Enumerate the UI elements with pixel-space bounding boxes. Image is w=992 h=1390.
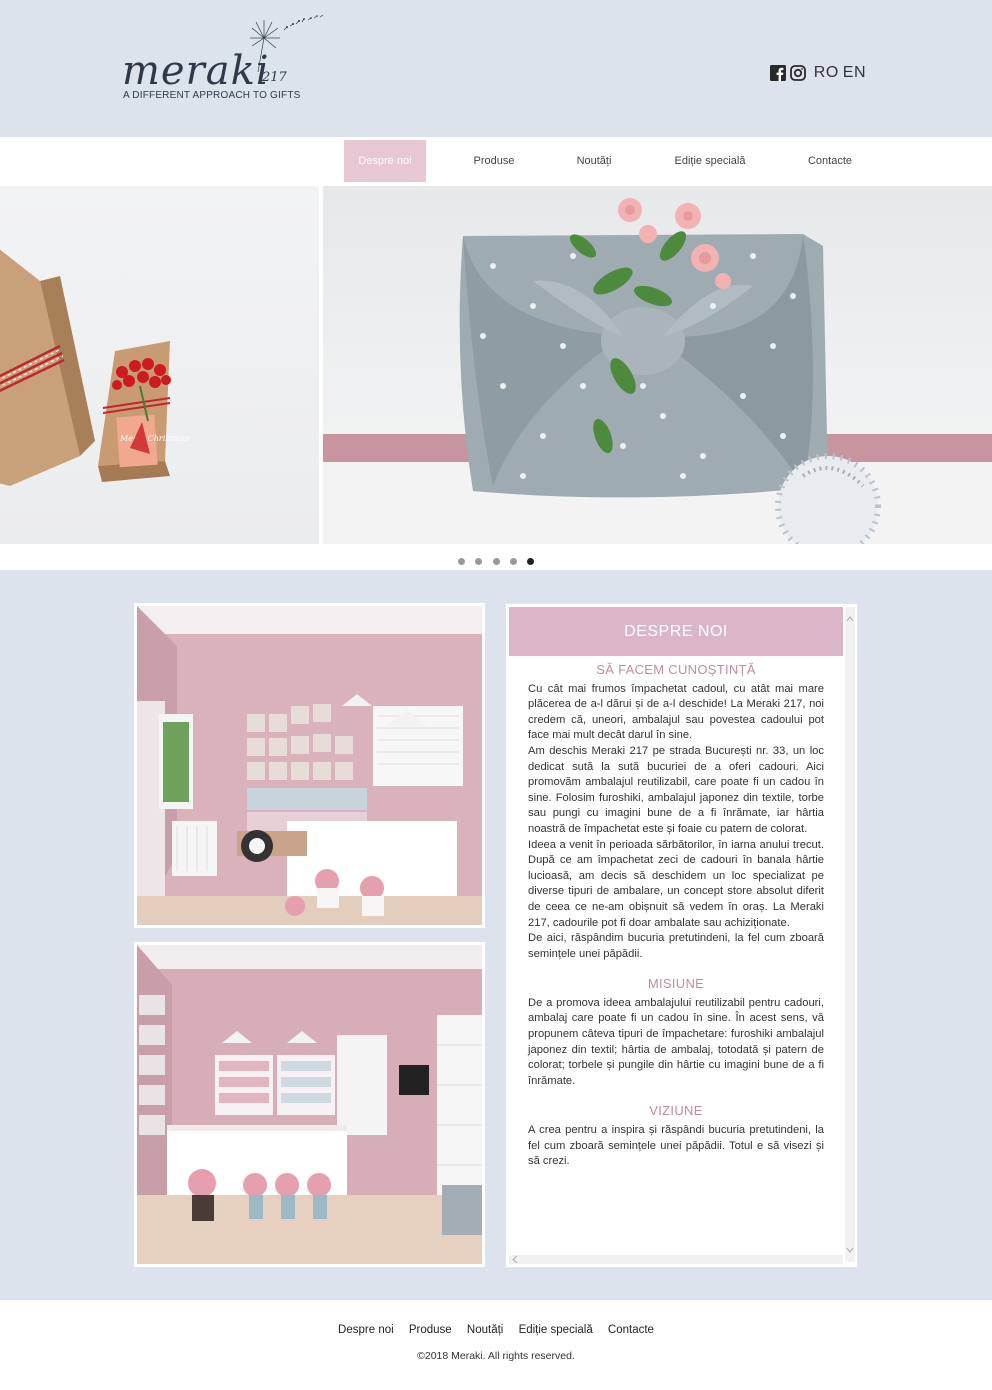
footer-link-editie-speciala[interactable]: Ediție specială: [519, 1324, 593, 1336]
store-photo-2: [134, 942, 485, 1267]
about-panel[interactable]: DESPRE NOI SĂ FACEM CUNOȘTINȚĂ Cu cât ma…: [505, 603, 858, 1268]
footer-link-contacte[interactable]: Contacte: [608, 1324, 654, 1336]
horizontal-scrollbar[interactable]: [509, 1255, 843, 1264]
nav-item-noutati[interactable]: Noutăți: [554, 140, 634, 182]
gift-boxes-illustration: Merry Christmas: [0, 249, 189, 486]
scroll-down-arrow-icon[interactable]: [846, 1240, 854, 1260]
site-header: meraki 217 A DIFFERENT APPROACH TO GIFTS…: [0, 0, 992, 137]
furoshiki-illustration: [323, 198, 992, 544]
language-ro[interactable]: RO: [814, 64, 839, 82]
instagram-icon[interactable]: [789, 65, 806, 81]
slider-dot[interactable]: [457, 558, 465, 565]
merry-christmas-text: Merry Christmas: [119, 434, 189, 443]
vision-paragraph: A crea pentru a inspira și răspândi bucu…: [528, 1124, 824, 1168]
store-photo-1: [134, 603, 485, 928]
about-body: SĂ FACEM CUNOȘTINȚĂ Cu cât mai frumos îm…: [528, 660, 824, 1170]
intro-paragraph: Am deschis Meraki 217 pe strada Bucureșt…: [528, 744, 824, 835]
section-heading-vision: VIZIUNE: [649, 1103, 703, 1119]
slider-dots: [0, 552, 992, 565]
intro-paragraph: Cu cât mai frumos împachetat cadoul, cu …: [528, 682, 824, 742]
logo-tagline: A DIFFERENT APPROACH TO GIFTS: [123, 90, 301, 101]
section-heading-mission: MISIUNE: [647, 976, 705, 992]
slider-dot-active[interactable]: [527, 558, 535, 565]
store-interior-image-2: [137, 945, 482, 1264]
footer-link-despre-noi[interactable]: Despre noi: [338, 1324, 394, 1336]
vertical-scrollbar[interactable]: [845, 607, 855, 1262]
nav-item-editie-speciala[interactable]: Ediție specială: [659, 140, 761, 182]
facebook-icon[interactable]: [769, 65, 786, 81]
section-heading-introduction: SĂ FACEM CUNOȘTINȚĂ: [596, 662, 756, 677]
nav-item-produse[interactable]: Produse: [454, 140, 534, 182]
slide-image-gift-boxes[interactable]: Merry Christmas: [0, 186, 319, 544]
slider-dot[interactable]: [492, 558, 500, 565]
mission-paragraph: De a promova ideea ambalajului reutiliza…: [528, 996, 824, 1087]
about-title: DESPRE NOI: [509, 607, 843, 656]
slide-image-furoshiki[interactable]: [323, 186, 992, 544]
footer-link-produse[interactable]: Produse: [409, 1324, 452, 1336]
store-interior-image-1: [137, 606, 482, 925]
scroll-left-arrow-icon[interactable]: [511, 1255, 519, 1264]
scroll-up-arrow-icon[interactable]: [846, 609, 854, 629]
site-footer: Despre noi Produse Noutăți Ediție specia…: [0, 1300, 992, 1390]
language-en[interactable]: EN: [843, 64, 866, 82]
nav-item-despre-noi[interactable]: Despre noi: [344, 140, 426, 182]
slider-dot[interactable]: [475, 558, 483, 565]
store-interior-illustration-1: [137, 606, 482, 925]
intro-paragraph: De aici, răspândim bucuria pretutindeni,…: [528, 932, 824, 960]
intro-paragraph: Ideea a venit în perioada sărbătorilor, …: [528, 838, 824, 929]
social-and-language: RO EN: [769, 64, 866, 82]
copyright: ©2018 Meraki. All rights reserved.: [417, 1350, 575, 1362]
logo-number: 217: [262, 70, 287, 85]
logo-wordmark: meraki: [122, 48, 270, 94]
hero-slider: Merry Christmas: [0, 186, 992, 570]
site-logo[interactable]: meraki 217 A DIFFERENT APPROACH TO GIFTS: [120, 14, 330, 106]
main-nav: Despre noi Produse Noutăți Ediție specia…: [0, 137, 992, 186]
slider-dot[interactable]: [509, 558, 517, 565]
footer-link-noutati[interactable]: Noutăți: [467, 1324, 503, 1336]
footer-nav: Despre noi Produse Noutăți Ediție specia…: [0, 1324, 992, 1336]
nav-item-contacte[interactable]: Contacte: [790, 140, 870, 182]
store-interior-illustration-2: [137, 945, 482, 1264]
